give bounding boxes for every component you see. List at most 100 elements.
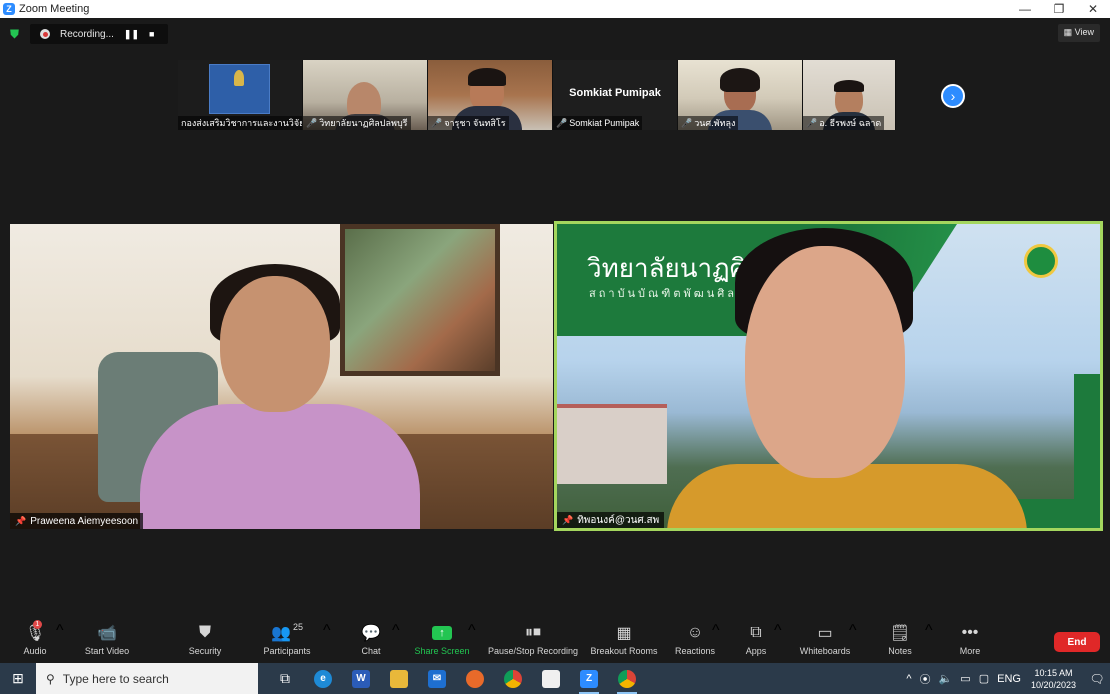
webcam-icon[interactable]: ⦿ (920, 671, 931, 687)
volume-icon[interactable]: 🔈 (939, 672, 953, 685)
breakout-rooms-icon: ▦ (616, 625, 632, 642)
edge-icon[interactable]: e (304, 663, 342, 694)
notepad-icon[interactable] (532, 663, 570, 694)
taskbar-apps: ⧉ e W ✉ Z (266, 663, 646, 694)
audio-badge: 1 (32, 620, 42, 629)
title-bar: Z Zoom Meeting — ❐ ✕ (0, 0, 1110, 18)
participant-thumbnail[interactable]: กองส่งเสริมวิชาการและงานวิจัย (178, 60, 302, 130)
audio-label: Audio (23, 646, 47, 656)
participant-display-name: Somkiat Pumipak (569, 87, 661, 99)
participant-thumbnail[interactable]: 🎤 วนศ.พัทลุง (678, 60, 802, 130)
clock-date: 10/20/2023 (1030, 679, 1076, 690)
notes-icon: 🗒 (889, 625, 911, 642)
participant-body (140, 404, 420, 529)
participant-video-right[interactable]: วิทยาลัยนาฏศิลป สถาบันบัณฑิตพัฒนศิลป์ 📌 ท… (554, 221, 1103, 531)
view-label: View (1074, 27, 1094, 37)
participant-name: 🎤 อ. ธีรพงษ์ ฉลาด (803, 116, 885, 130)
encryption-shield-icon[interactable]: ⛊ (10, 28, 21, 40)
meeting-area: ⛊ Recording... ❚❚ ■ ▦ View กองส่งเสริมวิ… (0, 18, 1110, 618)
pause-recording-label: Pause/Stop Recording (487, 646, 579, 656)
taskbar-search[interactable]: ⚲ Type here to search (36, 663, 258, 694)
shield-icon: ⛊ (198, 624, 211, 641)
mail-icon[interactable]: ✉ (418, 663, 456, 694)
chrome-icon[interactable] (494, 663, 532, 694)
apps-label: Apps (745, 646, 767, 656)
maximize-button[interactable]: ❐ (1042, 0, 1076, 18)
tray-chevron-up-icon[interactable]: ^ (906, 673, 911, 685)
search-icon: ⚲ (46, 671, 55, 686)
notification-icon[interactable]: 🗨 (1084, 672, 1110, 686)
firefox-icon[interactable] (456, 663, 494, 694)
participant-thumbnail[interactable]: 🎤 อ. ธีรพงษ์ ฉลาด (803, 60, 895, 130)
pause-stop-icon: ⏸⏹ (524, 624, 541, 641)
chat-bubble-icon: 💬 (361, 625, 381, 642)
word-icon[interactable]: W (342, 663, 380, 694)
taskbar-clock[interactable]: 10:15 AM 10/20/2023 (1031, 667, 1076, 691)
end-meeting-button[interactable]: End (1054, 632, 1100, 652)
close-button[interactable]: ✕ (1076, 0, 1110, 18)
participant-hair (468, 68, 506, 86)
participant-face (220, 276, 330, 412)
participants-chevron-icon[interactable]: ^ (323, 622, 331, 662)
video-off-icon: 📹 (97, 625, 117, 642)
audio-button[interactable]: 🎙 1 Audio (18, 620, 52, 662)
meeting-toolbar: 🎙 1 Audio ^ 📹 Start Video ⛊ Security 👥 25 … (0, 618, 1110, 663)
minimize-button[interactable]: — (1008, 0, 1042, 18)
participant-name-tag: 📌 Praweena Aiemyeesoon (10, 513, 144, 529)
pause-stop-recording-button[interactable]: ⏸⏹ Pause/Stop Recording (486, 622, 580, 662)
windows-start-icon[interactable]: ⊞ (0, 663, 36, 694)
audio-options-chevron-icon[interactable]: ^ (56, 622, 64, 662)
view-button[interactable]: ▦ View (1057, 24, 1100, 42)
reactions-button[interactable]: ☺ Reactions (674, 622, 716, 662)
breakout-rooms-button[interactable]: ▦ Breakout Rooms (590, 622, 658, 662)
reactions-chevron-icon[interactable]: ^ (712, 622, 720, 662)
next-page-arrow-icon[interactable]: › (941, 84, 965, 108)
whiteboards-chevron-icon[interactable]: ^ (849, 622, 857, 662)
participant-name: 🎤 วนศ.พัทลุง (678, 116, 739, 130)
battery-icon[interactable]: ▢ (979, 672, 989, 685)
notes-button[interactable]: 🗒 Notes (886, 622, 914, 662)
start-video-button[interactable]: 📹 Start Video (80, 622, 134, 662)
participant-name-tag: 📌 ทิพอนงค์@วนศ.สพ (557, 512, 665, 528)
whiteboards-label: Whiteboards (799, 646, 851, 656)
emoji-plus-icon: ☺ (686, 624, 704, 641)
pause-recording-icon[interactable]: ❚❚ (124, 29, 139, 40)
more-dots-icon: ••• (961, 624, 979, 641)
security-button[interactable]: ⛊ Security (184, 622, 226, 662)
file-explorer-icon[interactable] (380, 663, 418, 694)
wall-painting (340, 224, 500, 376)
stop-recording-icon[interactable]: ■ (149, 29, 154, 39)
pin-icon: 📌 (15, 515, 27, 526)
share-screen-button[interactable]: ↑ Share Screen (414, 622, 470, 662)
notes-chevron-icon[interactable]: ^ (925, 622, 933, 662)
network-icon[interactable]: ▭ (960, 672, 970, 685)
participant-hair (834, 80, 864, 92)
participant-thumbnail[interactable]: Somkiat Pumipak 🎤 Somkiat Pumipak (553, 60, 677, 130)
participant-thumbnail[interactable]: 🎤 วิทยาลัยนาฏศิลปลพบุรี (303, 60, 427, 130)
task-view-icon[interactable]: ⧉ (266, 663, 304, 694)
apps-button[interactable]: ⧉ Apps (744, 622, 768, 662)
search-placeholder: Type here to search (62, 671, 169, 686)
windows-taskbar: ⊞ ⚲ Type here to search ⧉ e W ✉ Z ^ ⦿ 🔈 … (0, 663, 1110, 694)
microphone-icon: 🎙 1 (24, 620, 46, 642)
system-tray: ^ ⦿ 🔈 ▭ ▢ ENG 10:15 AM 10/20/2023 🗨 (902, 663, 1110, 694)
notes-label: Notes (888, 646, 912, 656)
whiteboards-button[interactable]: ▭ Whiteboards (797, 622, 853, 662)
apps-chevron-icon[interactable]: ^ (774, 622, 782, 662)
participant-thumbnail[interactable]: 🎤 จารุชา จันทสิโร (428, 60, 552, 130)
security-label: Security (188, 646, 222, 656)
window-controls: — ❐ ✕ (1008, 0, 1110, 18)
muted-mic-icon: 🎤 (556, 117, 568, 128)
chrome-profile-icon[interactable] (608, 663, 646, 694)
participants-button[interactable]: 👥 25 Participants (260, 622, 314, 662)
language-indicator[interactable]: ENG (997, 673, 1021, 685)
participants-icon: 👥 25 (271, 622, 303, 642)
background-building (557, 404, 667, 484)
chat-button[interactable]: 💬 Chat (356, 622, 386, 662)
participant-face (745, 246, 905, 478)
chat-chevron-icon[interactable]: ^ (392, 622, 400, 662)
zoom-taskbar-icon[interactable]: Z (570, 663, 608, 694)
more-button[interactable]: ••• More (956, 622, 984, 662)
participant-video-left[interactable]: 📌 Praweena Aiemyeesoon (10, 224, 553, 529)
share-chevron-icon[interactable]: ^ (468, 622, 476, 662)
